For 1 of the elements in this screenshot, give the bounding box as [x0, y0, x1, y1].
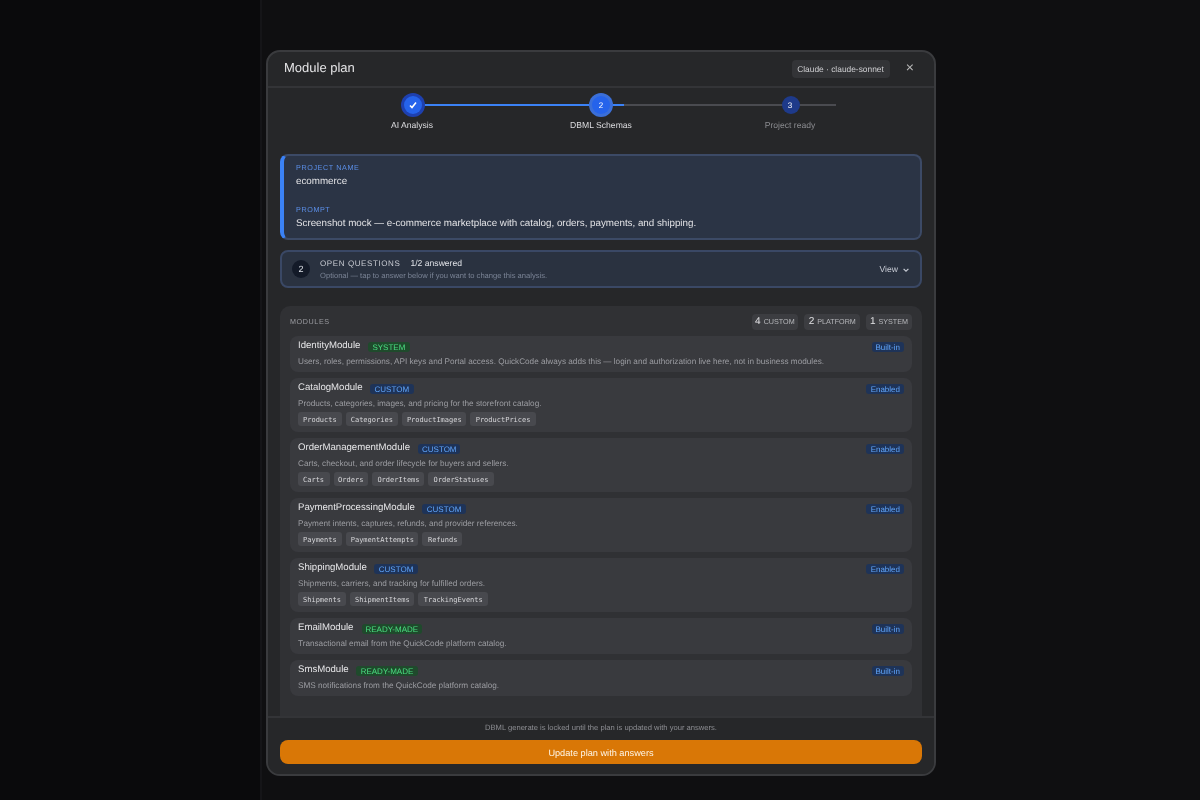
chevron-icon — [902, 265, 910, 273]
